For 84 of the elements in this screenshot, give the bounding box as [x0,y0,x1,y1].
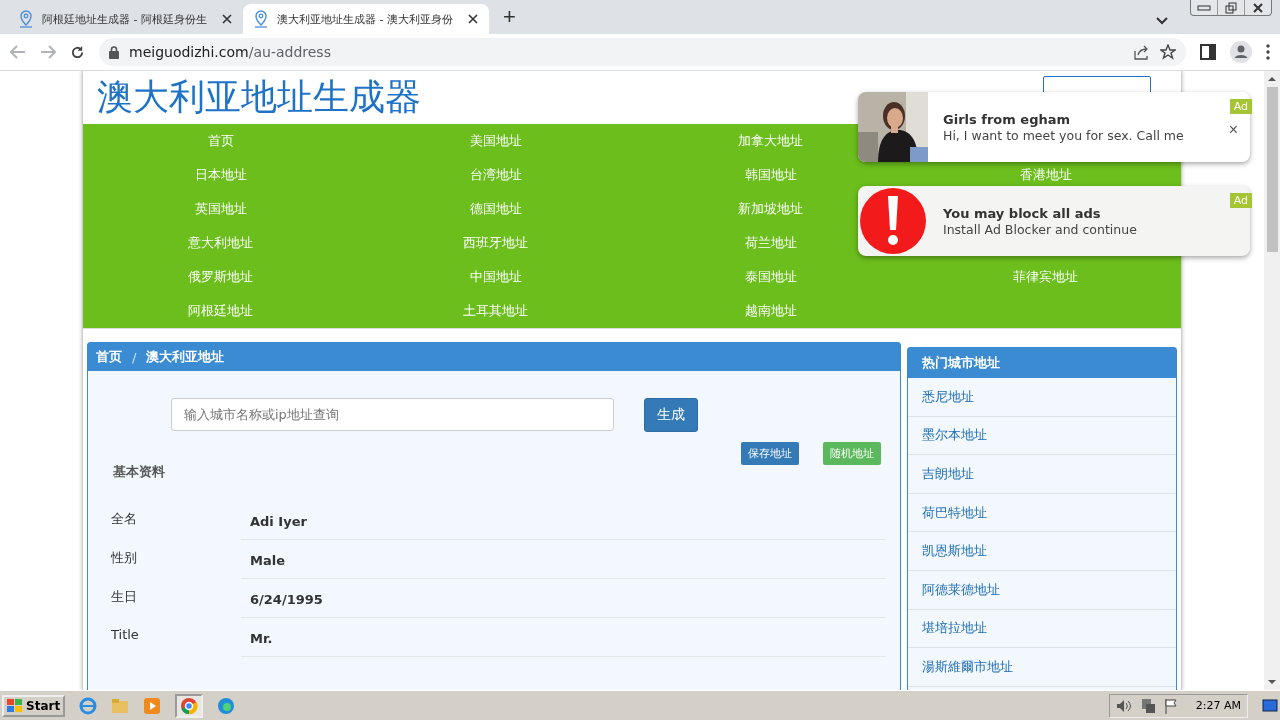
nav-link[interactable]: 加拿大地址 [738,132,803,150]
browser-tab[interactable]: 澳大利亚地址生成器 - 澳大利亚身份 [242,4,489,34]
minimize-icon[interactable] [1197,4,1211,11]
ad-badge: Ad [1229,99,1252,114]
nav-link[interactable]: 菲律宾地址 [1013,268,1078,286]
nav-link[interactable]: 泰国地址 [744,268,797,286]
field-label: 全名 [111,510,138,528]
save-address-button[interactable]: 保存地址 [741,442,800,465]
windows-logo-icon [7,698,23,713]
breadcrumb-link[interactable]: 澳大利亚地址 [146,348,225,366]
random-address-button[interactable]: 随机地址 [823,442,882,465]
star-icon[interactable] [1160,44,1176,60]
nav-link[interactable]: 意大利地址 [188,234,253,252]
nav-link[interactable]: 台湾地址 [469,166,522,184]
volume-icon[interactable] [1115,698,1132,713]
chevron-down-icon[interactable] [1156,17,1168,25]
nav-link[interactable]: 越南地址 [744,302,797,320]
browser-tab[interactable]: 阿根廷地址生成器 - 阿根廷身份生 [8,4,243,34]
ad-title: You may block all ads [943,205,1102,221]
close-tab-button[interactable] [466,13,479,25]
side-panel-icon[interactable] [1200,44,1216,60]
city-link[interactable]: 湯斯維爾市地址 [922,657,1014,676]
show-desktop-icon[interactable] [1262,697,1278,714]
city-link[interactable]: 吉朗地址 [922,465,975,483]
search-field[interactable]: 输入城市名称或ip地址查询 [171,398,614,431]
nav-link[interactable]: 首页 [207,132,234,150]
city-link[interactable]: 墨尔本地址 [922,426,988,445]
generate-button[interactable]: 生成 [644,398,698,432]
nav-link[interactable]: 美国地址 [469,132,522,150]
ad-badge: Ad [1229,193,1252,208]
nav-link[interactable]: 西班牙地址 [463,234,528,252]
close-icon[interactable] [1252,2,1264,13]
nav-link[interactable]: 韩国地址 [744,166,797,184]
nav-link[interactable]: 香港地址 [1019,166,1072,184]
lock-icon [109,45,119,59]
restore-icon[interactable] [1225,1,1237,14]
nav-link[interactable]: 中国地址 [469,268,522,286]
profile-icon[interactable] [1230,41,1252,63]
close-tab-button[interactable] [220,13,233,25]
field-label: Title [111,626,140,644]
nav-link[interactable]: 日本地址 [194,166,247,184]
network-icon[interactable] [1139,697,1156,714]
field-value: 6/24/1995 [241,579,887,618]
reload-icon[interactable] [70,44,85,60]
ad-text: Install Ad Blocker and continue [943,221,1137,237]
city-link[interactable]: 荷巴特地址 [922,503,988,522]
city-link[interactable]: 凯恩斯地址 [922,542,988,561]
scrollbar-thumb[interactable] [1266,87,1278,252]
map-pin-icon [252,10,269,28]
nav-link[interactable]: 荷兰地址 [744,234,797,252]
field-value: Adi Iyer [241,501,887,540]
sidebar-title: 热门城市地址 [908,348,1176,378]
city-link[interactable]: 悉尼地址 [922,387,975,406]
city-link[interactable]: 阿德莱德地址 [922,580,1001,599]
nav-link[interactable]: 俄罗斯地址 [188,268,253,286]
nav-link[interactable]: 德国地址 [469,200,522,218]
nav-link[interactable]: 英国地址 [194,200,247,218]
flag-icon[interactable] [1163,697,1178,714]
section-heading: 基本资料 [113,463,166,481]
ad-title: Girls from egham [943,111,1072,127]
ad-text: Hi, I want to meet you for sex. Call me [943,127,1184,143]
nav-link[interactable]: 土耳其地址 [463,302,528,320]
ad-notification[interactable]: Girls from egham Hi, I want to meet you for sex. Call me Ad × [858,92,1250,162]
menu-icon[interactable] [1266,44,1270,60]
warning-icon [858,186,928,256]
map-pin-icon [18,10,34,28]
share-icon[interactable] [1134,44,1150,60]
field-label: 性别 [111,549,138,567]
field-label: 生日 [111,588,138,606]
clock: 2:27 AM [1195,699,1241,713]
new-tab-button[interactable]: + [498,4,520,30]
breadcrumb-separator: / [132,349,137,365]
breadcrumb-link[interactable]: 首页 [96,348,122,366]
address-bar[interactable]: meiguodizhi.com/au-address [99,38,1186,66]
ad-notification[interactable]: You may block all ads Install Ad Blocker and continue Ad [858,186,1250,256]
start-button[interactable]: Start [2,694,66,717]
nav-link[interactable]: 新加坡地址 [738,200,803,218]
close-button[interactable]: × [1228,121,1238,139]
site-title[interactable]: 澳大利亚地址生成器 [97,73,421,122]
field-value: Male [241,540,887,579]
nav-link[interactable]: 阿根廷地址 [188,302,253,320]
city-link[interactable]: 堪培拉地址 [922,619,988,638]
chrome-icon[interactable] [180,696,199,715]
field-value: Mr. [241,618,887,657]
